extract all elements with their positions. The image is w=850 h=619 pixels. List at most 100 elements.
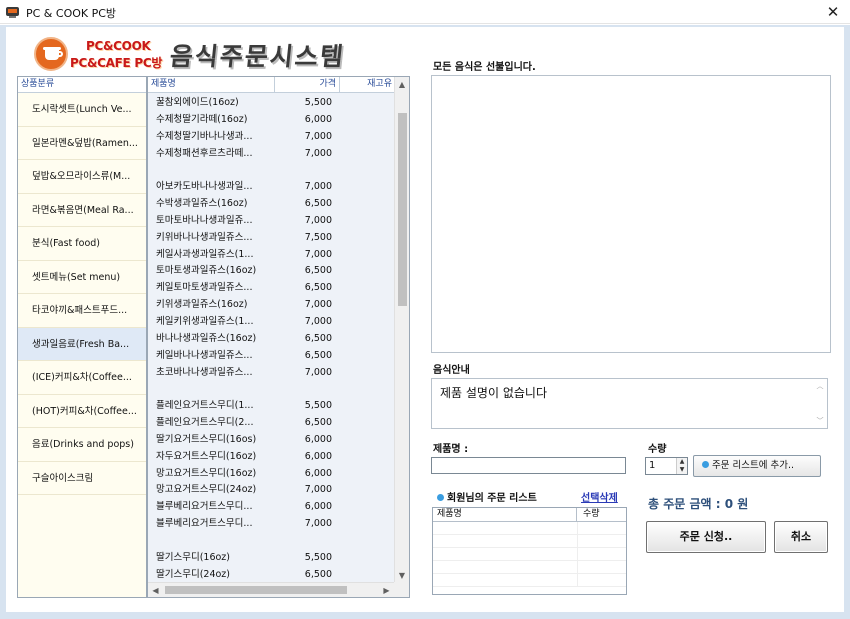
hscroll-thumb[interactable] — [165, 586, 347, 594]
product-row[interactable]: 수제청딸기라떼(16oz) 6,000 — [148, 112, 395, 129]
product-name: 케일키위생과일쥬스(1... — [156, 315, 254, 327]
product-name: 수제청패션후르츠라떼... — [156, 147, 253, 159]
total-amount: 총 주문 금액 : 0 원 — [648, 497, 749, 511]
product-name: 플레인요거트스무디(1... — [156, 400, 254, 412]
column-header-stock[interactable]: 재고유 — [341, 77, 395, 93]
product-row[interactable]: 망고요거트스무디(24oz) 7,000 — [148, 482, 395, 499]
product-row[interactable]: 케일사과생과일쥬스(1... 7,000 — [148, 247, 395, 264]
logo-header: PC&COOK PC&CAFE PC방 음식주문시스템 — [34, 37, 364, 73]
cart-column-qty[interactable]: 수량 — [578, 508, 626, 521]
product-row[interactable]: 수제청패션후르츠라떼... 7,000 — [148, 146, 395, 163]
cart-column-name[interactable]: 제품명 — [437, 508, 577, 522]
quantity-spin-buttons[interactable]: ▲ ▼ — [676, 458, 687, 474]
product-row[interactable]: 플레인요거트스무디(2... 6,500 — [148, 415, 395, 432]
product-row[interactable] — [148, 381, 395, 398]
info-scroll-down-icon[interactable]: ﹀ — [815, 416, 825, 426]
product-row[interactable]: 토마토바나나생과일쥬... 7,000 — [148, 213, 395, 230]
product-row[interactable]: 케일키위생과일쥬스(1... 7,000 — [148, 314, 395, 331]
product-price: 5,500 — [304, 400, 332, 412]
product-name: 블루베리요거트스무디... — [156, 501, 253, 513]
scroll-down-icon[interactable]: ▼ — [395, 568, 409, 583]
product-row[interactable]: 자두요거트스무디(16oz) 6,000 — [148, 449, 395, 466]
category-item[interactable]: (ICE)커피&차(Coffee... — [18, 361, 146, 395]
cancel-button[interactable]: 취소 — [774, 521, 828, 553]
category-item[interactable]: 타코야끼&패스트푸드... — [18, 294, 146, 328]
blue-dot-icon — [437, 493, 444, 501]
cart-empty-row — [433, 522, 626, 535]
product-row[interactable]: 블루베리요거트스무디... 6,000 — [148, 499, 395, 516]
product-row[interactable]: 딸기요거트스무디(16os) 6,000 — [148, 432, 395, 449]
product-row[interactable]: 케일바나나생과일쥬스... 6,500 — [148, 348, 395, 365]
spin-down-icon[interactable]: ▼ — [677, 466, 687, 474]
product-price: 7,000 — [304, 315, 332, 327]
info-scrollbar[interactable]: ︿ ﹀ — [815, 381, 825, 426]
product-price: 7,000 — [304, 147, 332, 159]
product-row[interactable]: 꿀참외에이드(16oz) 5,500 — [148, 95, 395, 112]
food-info-label: 음식안내 — [433, 365, 470, 376]
product-row[interactable]: 바나나생과일쥬스(16oz) 6,500 — [148, 331, 395, 348]
scroll-thumb[interactable] — [398, 113, 407, 306]
category-item[interactable]: 음료(Drinks and pops) — [18, 428, 146, 462]
product-price: 6,000 — [304, 467, 332, 479]
product-row[interactable]: 수박생과일쥬스(16oz) 6,500 — [148, 196, 395, 213]
product-row[interactable]: 플레인요거트스무디(1... 5,500 — [148, 398, 395, 415]
category-item[interactable]: 라면&볶음면(Meal Ra... — [18, 194, 146, 227]
category-item[interactable]: 구슬아이스크림 — [18, 462, 146, 495]
submit-order-button[interactable]: 주문 신청.. — [646, 521, 766, 553]
product-row[interactable]: 블루베리요거트스무디... 7,000 — [148, 516, 395, 533]
quantity-value: 1 — [649, 460, 656, 471]
category-item[interactable]: 도시락셋트(Lunch Ve... — [18, 93, 146, 127]
product-name: 딸기스무디(24oz) — [156, 568, 230, 580]
product-row[interactable]: 아보카도바나나생과일... 7,000 — [148, 179, 395, 196]
product-price: 6,000 — [304, 501, 332, 513]
cart-empty-row — [433, 561, 626, 574]
product-row[interactable]: 수제청딸기바나나생과... 7,000 — [148, 129, 395, 146]
product-name: 자두요거트스무디(16oz) — [156, 450, 257, 462]
product-row[interactable]: 케일토마토생과일쥬스... 6,500 — [148, 280, 395, 297]
product-row[interactable]: 키위생과일쥬스(16oz) 7,000 — [148, 297, 395, 314]
category-item[interactable]: 덮밥&오므라이스류(M... — [18, 160, 146, 194]
category-item[interactable]: 일본라멘&덮밥(Ramen... — [18, 127, 146, 160]
order-cart-table[interactable]: 제품명 수량 — [432, 507, 627, 595]
product-price: 7,000 — [304, 299, 332, 311]
product-row[interactable] — [148, 533, 395, 550]
scroll-left-icon[interactable]: ◀ — [148, 583, 163, 598]
product-list[interactable]: 제품명 가격 재고유 꿀참외에이드(16oz) 5,500 수제청딸기라떼(16oz… — [147, 76, 410, 598]
quantity-stepper[interactable]: 1 ▲ ▼ — [645, 457, 688, 475]
product-price: 6,500 — [304, 349, 332, 361]
add-to-order-label: 주문 리스트에 추가.. — [712, 460, 794, 471]
product-row[interactable]: 망고요거트스무디(16oz) 6,000 — [148, 466, 395, 483]
close-button[interactable]: ✕ — [816, 0, 850, 24]
category-item[interactable]: 분식(Fast food) — [18, 227, 146, 261]
food-info-text: 제품 설명이 없습니다 — [440, 386, 547, 400]
system-title: 음식주문시스템 — [168, 42, 347, 71]
category-list[interactable]: 상품분류 도시락셋트(Lunch Ve... 일본라멘&덮밥(Ramen... 덮밥… — [17, 76, 147, 598]
product-row[interactable]: 딸기스무디(16oz) 5,500 — [148, 550, 395, 567]
product-row[interactable] — [148, 162, 395, 179]
product-name: 꿀참외에이드(16oz) — [156, 97, 239, 108]
spin-up-icon[interactable]: ▲ — [677, 458, 687, 466]
add-to-order-button[interactable]: 주문 리스트에 추가.. — [693, 455, 821, 477]
product-price: 7,500 — [304, 231, 332, 243]
column-header-name[interactable]: 제품명 — [151, 77, 275, 93]
product-row[interactable]: 딸기스무디(24oz) 6,500 — [148, 567, 395, 583]
product-horizontal-scrollbar[interactable]: ◀ ▶ — [148, 582, 409, 597]
product-name-label: 제품명 : — [433, 444, 469, 455]
category-item[interactable]: 셋트메뉴(Set menu) — [18, 261, 146, 294]
product-price: 5,500 — [304, 97, 332, 108]
product-name-field[interactable] — [431, 457, 626, 474]
category-item[interactable]: (HOT)커피&차(Coffee... — [18, 395, 146, 428]
product-row[interactable]: 키위바나나생과일쥬스... 7,500 — [148, 230, 395, 247]
scroll-up-icon[interactable]: ▲ — [395, 77, 409, 92]
delete-selected-link[interactable]: 선택삭제 — [581, 489, 618, 504]
product-row[interactable]: 토마토생과일쥬스(16oz) 6,500 — [148, 263, 395, 280]
info-scroll-up-icon[interactable]: ︿ — [815, 381, 825, 391]
column-header-price[interactable]: 가격 — [276, 77, 340, 93]
window-title: PC & COOK PC방 — [26, 7, 117, 20]
logo-line1: PC&COOK — [86, 39, 151, 53]
product-row[interactable]: 초코바나나생과일쥬스... 7,000 — [148, 365, 395, 382]
product-vertical-scrollbar[interactable]: ▲ ▼ — [394, 77, 409, 583]
scroll-right-icon[interactable]: ▶ — [379, 583, 394, 598]
cart-title-label: 회원님의 주문 리스트 — [447, 493, 537, 504]
category-item[interactable]: 생과일음료(Fresh Ba... — [18, 327, 146, 361]
